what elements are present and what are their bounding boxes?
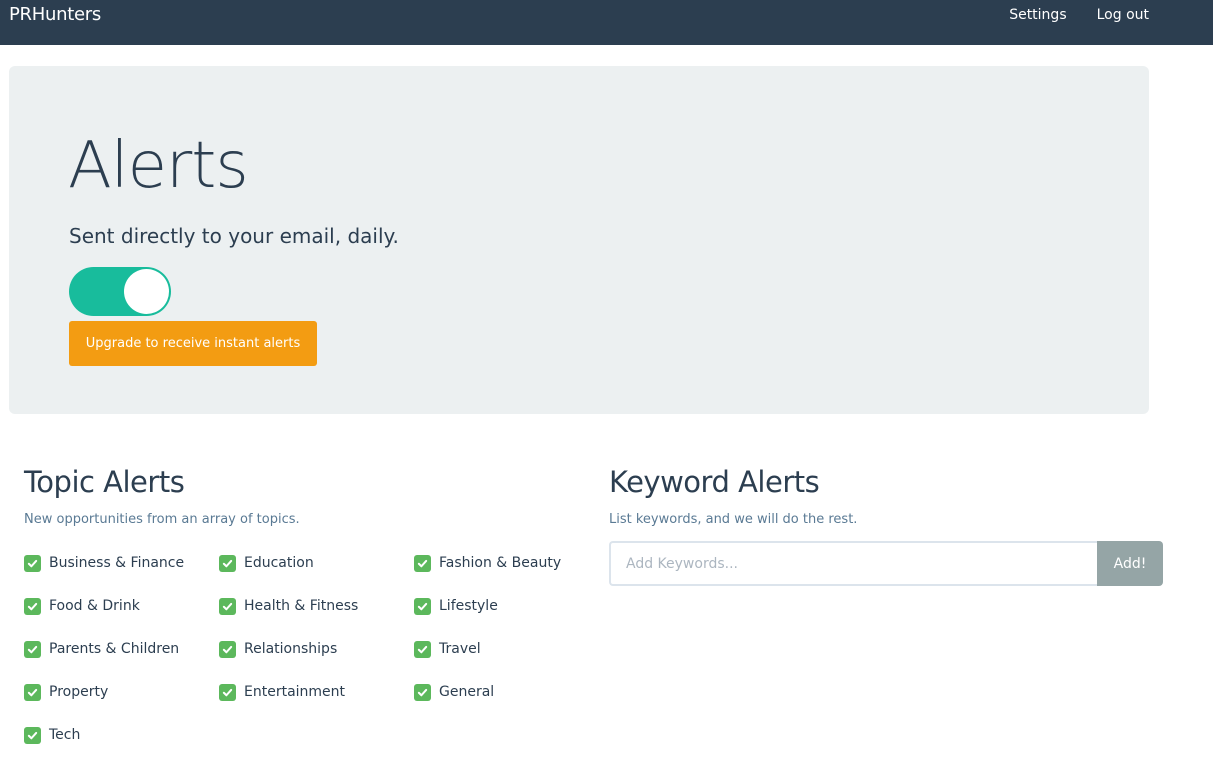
keyword-input-group: Add!: [609, 541, 1163, 586]
keyword-input[interactable]: [609, 541, 1097, 586]
topic-checkbox-item[interactable]: Relationships: [219, 638, 414, 660]
toggle-knob: [124, 269, 169, 314]
topic-label: Relationships: [244, 641, 338, 657]
checkbox-checked-icon[interactable]: [219, 683, 236, 701]
alerts-hero: Alerts Sent directly to your email, dail…: [9, 66, 1149, 414]
topic-label: Travel: [439, 641, 481, 657]
topic-alerts-subtitle: New opportunities from an array of topic…: [24, 512, 300, 527]
topic-label: Tech: [49, 727, 81, 743]
topic-label: Parents & Children: [49, 641, 180, 657]
page-title: Alerts: [68, 129, 249, 203]
topic-checkbox-item[interactable]: Health & Fitness: [219, 595, 414, 617]
topic-checkbox-item[interactable]: General: [414, 681, 609, 703]
top-navbar: PRHunters Settings Log out: [0, 0, 1213, 45]
topic-label: Education: [244, 555, 314, 571]
topic-checkbox-item[interactable]: Property: [24, 681, 219, 703]
checkbox-checked-icon[interactable]: [219, 597, 236, 615]
topic-checkbox-item[interactable]: Lifestyle: [414, 595, 609, 617]
topic-checkbox-item[interactable]: Food & Drink: [24, 595, 219, 617]
topic-checkbox-item[interactable]: Entertainment: [219, 681, 414, 703]
add-keyword-button[interactable]: Add!: [1097, 541, 1163, 586]
topic-alerts-title: Topic Alerts: [24, 465, 185, 499]
topic-label: Fashion & Beauty: [439, 555, 562, 571]
topic-list: Business & Finance Education Fashion & Bea…: [24, 552, 609, 746]
checkbox-checked-icon[interactable]: [414, 597, 431, 615]
checkbox-checked-icon[interactable]: [24, 683, 41, 701]
topic-checkbox-item[interactable]: Tech: [24, 724, 219, 746]
topic-label: Property: [49, 684, 109, 700]
checkbox-checked-icon[interactable]: [219, 640, 236, 658]
topic-checkbox-item[interactable]: Education: [219, 552, 414, 574]
hero-subtitle: Sent directly to your email, daily.: [69, 224, 399, 248]
nav-settings-link[interactable]: Settings: [1009, 7, 1066, 23]
topic-label: Lifestyle: [439, 598, 498, 614]
topic-checkbox-item[interactable]: Parents & Children: [24, 638, 219, 660]
keyword-alerts-title: Keyword Alerts: [609, 465, 820, 499]
checkbox-checked-icon[interactable]: [414, 683, 431, 701]
checkbox-checked-icon[interactable]: [24, 597, 41, 615]
checkbox-checked-icon[interactable]: [24, 640, 41, 658]
topic-label: Food & Drink: [49, 598, 140, 614]
topic-label: Business & Finance: [49, 555, 185, 571]
checkbox-checked-icon[interactable]: [414, 640, 431, 658]
topic-label: Health & Fitness: [244, 598, 359, 614]
keyword-alerts-subtitle: List keywords, and we will do the rest.: [609, 512, 858, 527]
topic-label: General: [439, 684, 495, 700]
brand-logo[interactable]: PRHunters: [9, 4, 101, 25]
checkbox-checked-icon[interactable]: [414, 554, 431, 572]
topic-label: Entertainment: [244, 684, 346, 700]
topic-checkbox-item[interactable]: Travel: [414, 638, 609, 660]
daily-alerts-toggle[interactable]: [69, 267, 171, 316]
checkbox-checked-icon[interactable]: [24, 554, 41, 572]
topic-checkbox-item[interactable]: Business & Finance: [24, 552, 219, 574]
nav-links: Settings Log out: [1009, 7, 1149, 23]
upgrade-button[interactable]: Upgrade to receive instant alerts: [69, 321, 317, 366]
nav-logout-link[interactable]: Log out: [1097, 7, 1149, 23]
checkbox-checked-icon[interactable]: [24, 726, 41, 744]
topic-checkbox-item[interactable]: Fashion & Beauty: [414, 552, 609, 574]
checkbox-checked-icon[interactable]: [219, 554, 236, 572]
